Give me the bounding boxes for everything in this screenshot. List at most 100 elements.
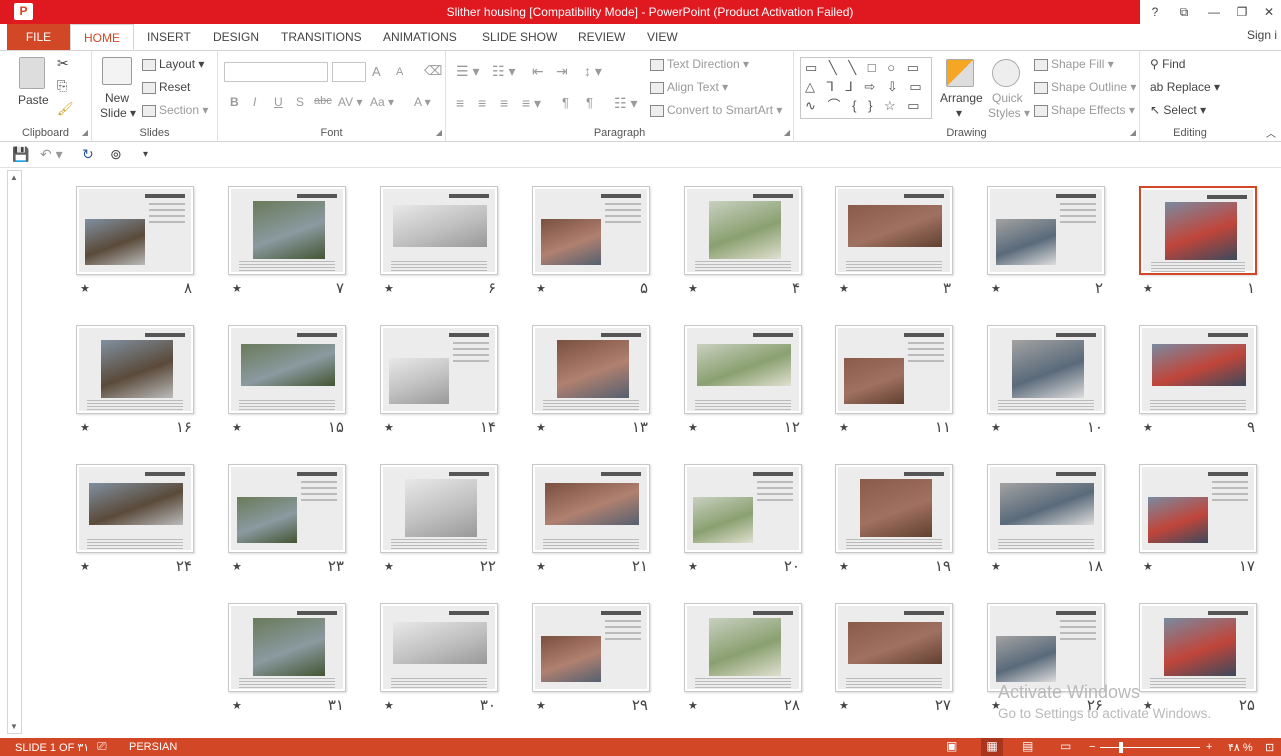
slide-thumbnail-28[interactable]: ۲۸ ★ [684, 603, 804, 731]
spellcheck-icon[interactable]: ⎚ [97, 739, 107, 754]
slide-preview[interactable] [228, 464, 346, 553]
zoom-level[interactable]: ۴۸ % [1228, 741, 1253, 754]
transition-star-icon[interactable]: ★ [384, 421, 394, 434]
rtl-icon[interactable]: ¶ [586, 95, 593, 110]
transition-star-icon[interactable]: ★ [80, 421, 90, 434]
tab-view[interactable]: VIEW [634, 24, 691, 50]
transition-star-icon[interactable]: ★ [384, 560, 394, 573]
zoom-out-button[interactable]: − [1089, 741, 1095, 753]
increase-indent-icon[interactable]: ⇥ [556, 63, 568, 80]
transition-star-icon[interactable]: ★ [536, 421, 546, 434]
slide-thumbnail-27[interactable]: ۲۷ ★ [835, 603, 955, 731]
transition-star-icon[interactable]: ★ [536, 560, 546, 573]
align-right-icon[interactable]: ≡ [500, 95, 508, 111]
transition-star-icon[interactable]: ★ [232, 560, 242, 573]
normal-view-icon[interactable]: ▣ [946, 739, 957, 753]
transition-star-icon[interactable]: ★ [232, 421, 242, 434]
tab-file[interactable]: FILE [7, 24, 70, 50]
save-icon[interactable]: 💾 [12, 146, 29, 163]
transition-star-icon[interactable]: ★ [839, 421, 849, 434]
redo-icon[interactable]: ↻ [82, 146, 94, 163]
zoom-slider-thumb[interactable] [1119, 742, 1123, 753]
cut-icon[interactable]: ✂ [57, 55, 69, 72]
select-button[interactable]: ↖ Select ▾ [1150, 103, 1206, 117]
start-slideshow-icon[interactable]: ⊚ [110, 146, 122, 163]
quick-styles-button[interactable]: Quick [992, 91, 1023, 105]
strikethrough-button[interactable]: abc [314, 95, 332, 107]
paste-button[interactable]: Paste [18, 93, 49, 107]
slide-thumbnail-15[interactable]: ۱۵ ★ [228, 325, 348, 453]
slide-preview[interactable] [684, 186, 802, 275]
transition-star-icon[interactable]: ★ [1143, 421, 1153, 434]
sign-in-link[interactable]: Sign i [1247, 28, 1277, 42]
arrange-dropdown[interactable]: ▾ [956, 106, 962, 120]
slide-thumbnail-5[interactable]: ۵ ★ [532, 186, 652, 314]
paragraph-launcher-icon[interactable]: ◢ [784, 128, 790, 137]
slide-preview[interactable] [380, 603, 498, 692]
language-indicator[interactable]: PERSIAN [129, 741, 177, 753]
slide-preview[interactable] [1139, 325, 1257, 414]
tab-slide-show[interactable]: SLIDE SHOW [469, 24, 570, 50]
slide-preview[interactable] [228, 603, 346, 692]
slide-thumbnail-22[interactable]: ۲۲ ★ [380, 464, 500, 592]
tab-home[interactable]: HOME [70, 24, 134, 51]
justify-icon[interactable]: ≡ ▾ [522, 95, 541, 112]
smartart-button[interactable]: Convert to SmartArt ▾ [650, 103, 782, 117]
slide-thumbnail-24[interactable]: ۲۴ ★ [76, 464, 196, 592]
slide-preview[interactable] [532, 186, 650, 275]
transition-star-icon[interactable]: ★ [232, 699, 242, 712]
slide-preview[interactable] [1139, 464, 1257, 553]
slide-preview[interactable] [987, 464, 1105, 553]
scroll-up-icon[interactable]: ▲ [10, 173, 18, 182]
powerpoint-icon[interactable]: P [14, 3, 33, 20]
vertical-scrollbar[interactable]: ▲ ▼ [7, 170, 22, 734]
font-launcher-icon[interactable]: ◢ [436, 128, 442, 137]
slide-preview[interactable] [76, 325, 194, 414]
layout-button[interactable]: Layout ▾ [142, 57, 204, 71]
slide-preview[interactable] [684, 325, 802, 414]
shape-effects-button[interactable]: Shape Effects ▾ [1034, 103, 1135, 117]
zoom-in-button[interactable]: + [1206, 741, 1212, 753]
transition-star-icon[interactable]: ★ [80, 282, 90, 295]
new-slide-dropdown[interactable]: Slide ▾ [100, 106, 136, 120]
slide-thumbnail-23[interactable]: ۲۳ ★ [228, 464, 348, 592]
change-case-button[interactable]: Aa ▾ [370, 95, 394, 109]
text-direction-button[interactable]: Text Direction ▾ [650, 57, 749, 71]
slide-preview[interactable] [380, 325, 498, 414]
transition-star-icon[interactable]: ★ [1143, 282, 1153, 295]
drawing-launcher-icon[interactable]: ◢ [1130, 128, 1136, 137]
slide-thumbnail-8[interactable]: ۸ ★ [76, 186, 196, 314]
decrease-indent-icon[interactable]: ⇤ [532, 63, 544, 80]
new-slide-icon[interactable] [102, 57, 132, 85]
slide-thumbnail-3[interactable]: ۳ ★ [835, 186, 955, 314]
shrink-font-button[interactable]: A [396, 66, 403, 78]
transition-star-icon[interactable]: ★ [839, 560, 849, 573]
ribbon-display-button[interactable]: ⧉ [1173, 3, 1195, 21]
fit-to-window-icon[interactable]: ⊡ [1265, 741, 1274, 754]
transition-star-icon[interactable]: ★ [688, 421, 698, 434]
transition-star-icon[interactable]: ★ [991, 560, 1001, 573]
quick-styles-icon[interactable] [992, 59, 1020, 87]
slide-preview[interactable] [228, 186, 346, 275]
slide-preview[interactable] [76, 464, 194, 553]
slide-thumbnail-17[interactable]: ۱۷ ★ [1139, 464, 1259, 592]
slide-thumbnail-19[interactable]: ۱۹ ★ [835, 464, 955, 592]
slide-thumbnail-10[interactable]: ۱۰ ★ [987, 325, 1107, 453]
slide-preview[interactable] [532, 464, 650, 553]
font-name-box[interactable] [224, 62, 328, 82]
slide-thumbnail-7[interactable]: ۷ ★ [228, 186, 348, 314]
slide-thumbnail-4[interactable]: ۴ ★ [684, 186, 804, 314]
transition-star-icon[interactable]: ★ [536, 699, 546, 712]
minimize-button[interactable]: — [1203, 3, 1225, 21]
transition-star-icon[interactable]: ★ [688, 699, 698, 712]
reading-view-icon[interactable]: ▤ [1022, 739, 1033, 753]
transition-star-icon[interactable]: ★ [80, 560, 90, 573]
tab-animations[interactable]: ANIMATIONS [370, 24, 470, 50]
slide-preview[interactable] [228, 325, 346, 414]
slide-preview[interactable] [987, 603, 1105, 692]
underline-button[interactable]: U [274, 95, 283, 109]
align-text-button[interactable]: Align Text ▾ [650, 80, 728, 94]
slideshow-view-icon[interactable]: ▭ [1060, 739, 1071, 753]
clear-format-icon[interactable]: ⌫ [424, 63, 442, 79]
slide-thumbnail-1[interactable]: ۱ ★ [1139, 186, 1259, 314]
